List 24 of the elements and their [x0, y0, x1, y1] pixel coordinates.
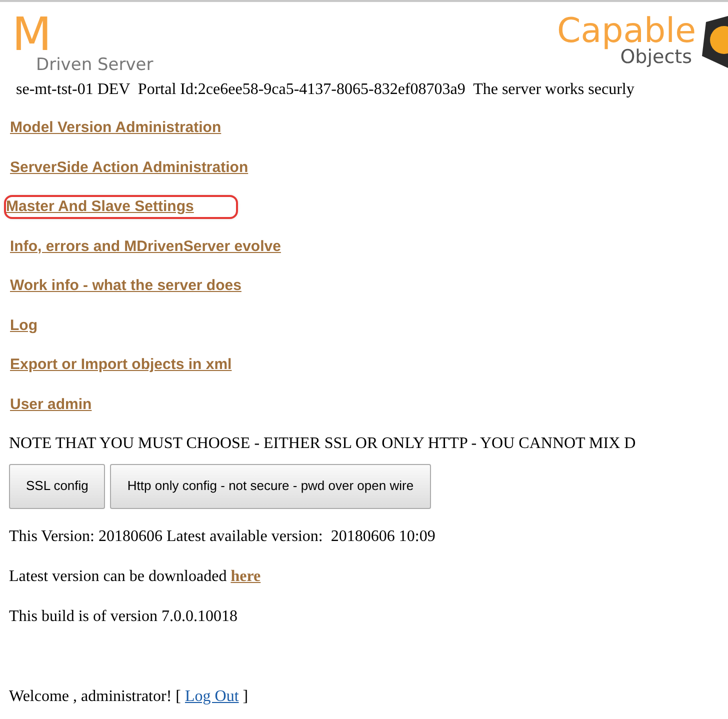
server-info-text: se-mt-tst-01 DEV Portal Id:2ce6ee58-9ca5-4137-8065-832ef08703a9 The server works securly	[15, 80, 636, 100]
admin-link[interactable]: Master And Slave Settings	[6, 197, 236, 217]
note-text: NOTE THAT YOU MUST CHOOSE - EITHER SSL OR ONLY HTTP - YOU CANNOT MIX D	[8, 434, 637, 454]
config-button[interactable]: SSL config	[9, 464, 106, 508]
cube-icon	[702, 16, 728, 68]
logo-subtitle: Driven Server	[36, 56, 154, 74]
download-link[interactable]: here	[230, 566, 261, 586]
admin-link[interactable]: ServerSide Action Administration	[10, 158, 248, 178]
bracket-text: ]	[242, 686, 248, 706]
admin-link[interactable]: Log	[10, 316, 38, 336]
welcome-text: Welcome , administrator! [	[9, 686, 181, 706]
version-text: This Version: 20180606 Latest available version: 20180606 10:09	[8, 526, 436, 546]
admin-link[interactable]: Work info - what the server does	[10, 276, 242, 296]
config-button[interactable]: Http only config - not secure - pwd over open wire	[110, 464, 431, 508]
admin-link[interactable]: Info, errors and MDrivenServer evolve	[10, 236, 281, 256]
admin-link[interactable]: Export or Import objects in xml	[10, 355, 232, 375]
brand-name: Capable	[557, 14, 696, 48]
build-text: This build is of version 7.0.0.10018	[8, 606, 238, 626]
admin-link[interactable]: User admin	[10, 394, 92, 414]
brand-subtitle: Objects	[620, 48, 692, 66]
logo-letter: M	[12, 12, 52, 56]
admin-link[interactable]: Model Version Administration	[10, 118, 222, 138]
logout-link[interactable]: Log Out	[184, 686, 239, 706]
download-text: Latest version can be downloaded	[9, 566, 227, 586]
